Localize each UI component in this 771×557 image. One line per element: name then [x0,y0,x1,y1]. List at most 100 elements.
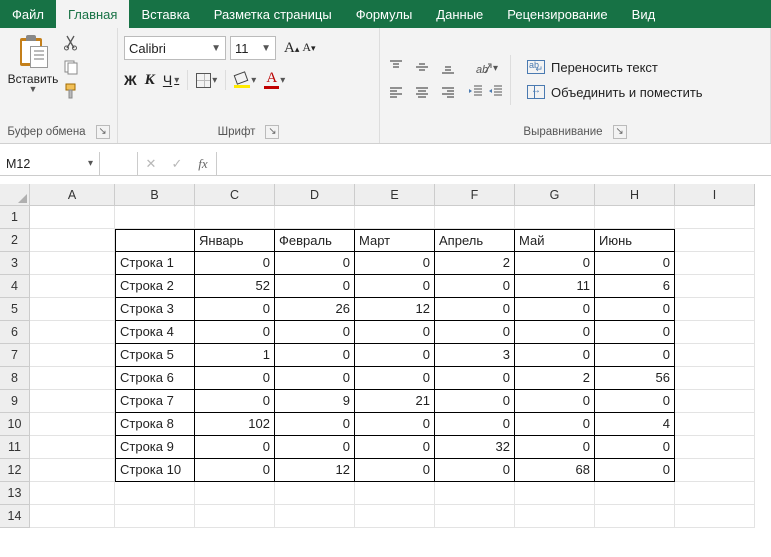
cell[interactable] [355,206,435,229]
cell[interactable] [675,505,755,528]
cell[interactable]: Строка 4 [115,321,195,344]
cell[interactable] [115,206,195,229]
cell[interactable]: Строка 8 [115,413,195,436]
cell[interactable]: 0 [595,344,675,367]
cell[interactable]: Строка 6 [115,367,195,390]
cell[interactable]: Февраль [275,229,355,252]
cell[interactable]: 0 [275,275,355,298]
row-header[interactable]: 6 [0,321,30,344]
cell[interactable]: 0 [595,436,675,459]
tab-file[interactable]: Файл [0,0,56,28]
decrease-indent-button[interactable] [468,83,484,99]
cell[interactable]: 0 [195,459,275,482]
name-box[interactable]: M12 ▾ [0,152,100,175]
tab-insert[interactable]: Вставка [129,0,201,28]
shrink-font-button[interactable]: A▾ [302,40,315,57]
cell[interactable]: 0 [195,321,275,344]
row-header[interactable]: 14 [0,505,30,528]
cell[interactable]: Строка 7 [115,390,195,413]
column-header[interactable]: H [595,184,675,206]
fx-button[interactable]: fx [190,156,216,172]
cell[interactable]: 0 [515,390,595,413]
cell[interactable] [275,505,355,528]
cell[interactable] [435,206,515,229]
cell[interactable] [30,229,115,252]
cell[interactable] [675,436,755,459]
formula-input[interactable] [217,152,771,175]
cell[interactable] [115,505,195,528]
cell[interactable] [675,482,755,505]
align-bottom-button[interactable] [438,57,458,77]
cell[interactable]: 2 [435,252,515,275]
cell[interactable]: 12 [275,459,355,482]
cell[interactable] [675,229,755,252]
cell[interactable] [115,482,195,505]
cell[interactable]: 0 [595,298,675,321]
cell[interactable]: Июнь [595,229,675,252]
format-painter-button[interactable] [62,82,80,100]
cell[interactable]: 0 [195,436,275,459]
cell[interactable] [675,459,755,482]
cell[interactable]: 0 [275,344,355,367]
cell[interactable]: Январь [195,229,275,252]
row-header[interactable]: 1 [0,206,30,229]
cell[interactable]: 26 [275,298,355,321]
cell[interactable]: 12 [355,298,435,321]
cell[interactable] [675,275,755,298]
increase-indent-button[interactable] [488,83,504,99]
column-header[interactable]: E [355,184,435,206]
cell[interactable] [30,482,115,505]
cell[interactable] [675,298,755,321]
grow-font-button[interactable]: A▴ [284,40,299,57]
cell[interactable] [30,298,115,321]
row-header[interactable]: 4 [0,275,30,298]
cell[interactable]: 4 [595,413,675,436]
cell[interactable]: 52 [195,275,275,298]
cell[interactable]: 0 [435,298,515,321]
align-right-button[interactable] [438,83,458,103]
tab-review[interactable]: Рецензирование [495,0,619,28]
cell[interactable]: 0 [435,390,515,413]
cell[interactable] [30,459,115,482]
cell[interactable]: 6 [595,275,675,298]
cell[interactable] [30,206,115,229]
cell[interactable]: Строка 2 [115,275,195,298]
cell[interactable]: 0 [515,252,595,275]
font-color-button[interactable]: A▾ [264,71,285,89]
cell[interactable] [195,505,275,528]
cell[interactable]: 0 [355,321,435,344]
cancel-formula-button[interactable]: ✕ [138,156,164,172]
cell[interactable] [30,344,115,367]
cell[interactable] [595,482,675,505]
cell[interactable] [355,505,435,528]
cell[interactable]: Строка 1 [115,252,195,275]
cell[interactable]: Март [355,229,435,252]
clipboard-launcher[interactable]: ↘ [96,125,110,139]
cell[interactable]: 0 [195,367,275,390]
cell[interactable] [30,252,115,275]
column-header[interactable]: F [435,184,515,206]
cell[interactable]: 0 [595,390,675,413]
tab-view[interactable]: Вид [620,0,668,28]
merge-center-button[interactable]: Объединить и поместить [527,85,703,100]
cell[interactable]: 0 [355,413,435,436]
align-left-button[interactable] [386,83,406,103]
font-size-select[interactable]: 11 ▼ [230,36,276,60]
row-header[interactable]: 11 [0,436,30,459]
cell[interactable] [30,275,115,298]
cell[interactable]: Строка 5 [115,344,195,367]
column-header[interactable]: G [515,184,595,206]
cell[interactable] [595,505,675,528]
align-center-button[interactable] [412,83,432,103]
column-header[interactable]: I [675,184,755,206]
cell[interactable]: 0 [595,252,675,275]
orientation-button[interactable]: ab▾ [468,61,504,77]
cell[interactable]: 32 [435,436,515,459]
underline-button[interactable]: Ч▾ [163,72,179,88]
fill-color-button[interactable]: ▾ [234,72,256,88]
tab-home[interactable]: Главная [56,0,129,28]
row-header[interactable]: 3 [0,252,30,275]
copy-button[interactable] [62,58,80,76]
accept-formula-button[interactable]: ✓ [164,156,190,172]
cell[interactable]: 0 [195,390,275,413]
